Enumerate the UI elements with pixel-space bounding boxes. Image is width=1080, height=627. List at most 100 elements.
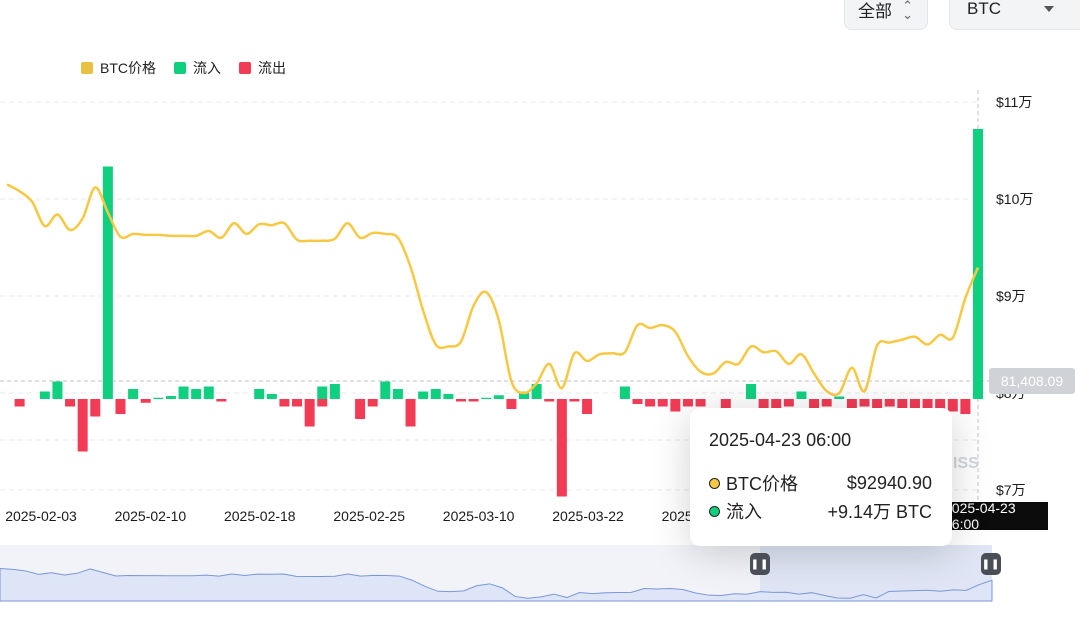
chart-tooltip: 2025-04-23 06:00 BTC价格 $92940.90 流入 +9.1… [690, 408, 952, 546]
pause-icon: ❚❚ [981, 558, 1001, 570]
legend-label-price: BTC价格 [100, 60, 156, 76]
tooltip-row-price: BTC价格 $92940.90 [709, 469, 932, 497]
outflow-bar [556, 399, 567, 497]
outflow-bar [304, 399, 315, 427]
outflow-bar [645, 399, 656, 407]
legend-label-outflow: 流出 [258, 60, 286, 76]
inflow-bar [203, 386, 214, 399]
inflow-bar [39, 391, 50, 399]
tooltip-inflow-value: +9.14万 BTC [827, 502, 932, 522]
coin-select-label: BTC [967, 0, 1001, 18]
price-line [6, 183, 980, 397]
outflow-bar [657, 399, 668, 407]
range-select-label: 全部 [858, 1, 892, 21]
inflow-bar [796, 391, 807, 399]
y-tick-label: $7万 [996, 482, 1026, 498]
pause-icon: ❚❚ [750, 558, 770, 570]
x-tick-label: 2025-02-03 [5, 508, 77, 524]
inflow-bar [380, 381, 391, 399]
outflow-bar [65, 399, 76, 407]
tooltip-row-inflow: 流入 +9.14万 BTC [709, 497, 932, 525]
outflow-bar [367, 399, 378, 407]
watermark: ISS [953, 455, 979, 472]
outflow-bar [140, 399, 151, 403]
outflow-bar [632, 399, 643, 404]
outflow-bar [884, 399, 895, 407]
inflow-bar [973, 129, 983, 399]
outflow-bar [569, 399, 580, 402]
chevron-down-icon [1044, 6, 1054, 12]
outflow-bar [783, 399, 794, 407]
outflow-bar [216, 399, 227, 402]
outflow-bar [77, 399, 88, 452]
outflow-bar [292, 399, 303, 407]
tooltip-inflow-dot [709, 505, 720, 517]
outflow-bar [960, 399, 971, 414]
inflow-bar [443, 394, 454, 399]
inflow-bar [493, 395, 504, 399]
x-tick-label: 2025-02-10 [115, 508, 187, 524]
outflow-bar [279, 399, 290, 407]
y-tick-label: $11万 [996, 94, 1032, 110]
range-select[interactable]: 全部 ⌃ ⌄ [844, 0, 928, 30]
inflow-bar [266, 394, 277, 399]
outflow-bar [947, 399, 958, 412]
crosshair-time-label: 2025-04-23 06:00 [944, 500, 1048, 532]
inflow-bar [430, 389, 441, 399]
legend-label-inflow: 流入 [193, 60, 221, 76]
outflow-bar [506, 399, 517, 409]
outflow-bar [695, 399, 706, 407]
tooltip-price-value: $92940.90 [846, 472, 932, 493]
inflow-bar [178, 386, 189, 399]
legend-item-outflow[interactable]: 流出 [239, 58, 286, 78]
inflow-bar [481, 397, 492, 399]
inflow-bar [254, 389, 265, 399]
outflow-bar [115, 399, 126, 414]
legend-swatch-outflow [239, 62, 251, 74]
tooltip-price-label: BTC价格 [726, 474, 798, 494]
inflow-bar [392, 389, 403, 399]
outflow-bar [670, 399, 681, 412]
brush-handle-right[interactable]: ❚❚ [981, 553, 1001, 575]
outflow-bar [859, 399, 870, 407]
inflow-bar [191, 389, 202, 399]
outflow-bar [405, 399, 416, 427]
inflow-bar [128, 389, 139, 399]
outflow-bar [90, 399, 101, 417]
y-tick-label: $10万 [996, 191, 1033, 207]
inflow-bar [153, 397, 164, 399]
inflow-bar [52, 381, 63, 399]
inflow-bar [165, 396, 176, 399]
legend-item-price[interactable]: BTC价格 [81, 58, 156, 78]
outflow-bar [468, 399, 479, 402]
inflow-bar [329, 384, 340, 399]
inflow-bar [834, 396, 845, 399]
brush-handle-left[interactable]: ❚❚ [750, 553, 770, 575]
outflow-bar [582, 399, 593, 414]
outflow-bar [355, 399, 366, 419]
outflow-bar [455, 399, 466, 402]
inflow-bar [317, 386, 328, 399]
legend-swatch-price [81, 62, 93, 74]
legend-swatch-inflow [174, 62, 186, 74]
inflow-bar [619, 386, 630, 399]
outflow-bar [14, 399, 25, 407]
x-tick-label: 2025-03-22 [552, 508, 624, 524]
x-tick-label: 2025-03-10 [443, 508, 515, 524]
updown-chevron-icon: ⌃ ⌄ [902, 0, 913, 22]
inflow-bar [418, 391, 429, 399]
outflow-bar [682, 399, 693, 407]
legend-item-inflow[interactable]: 流入 [174, 58, 221, 78]
x-tick-label: 2025-02-25 [333, 508, 405, 524]
chart-legend: BTC价格 流入 流出 [81, 58, 286, 78]
x-tick-label: 2025-02-18 [224, 508, 296, 524]
outflow-bar [317, 399, 328, 407]
tooltip-time: 2025-04-23 06:00 [709, 430, 852, 450]
inflow-bar [746, 384, 757, 399]
crosshair-price-label: 81,408.09 [989, 368, 1075, 394]
coin-select[interactable]: BTC [949, 0, 1080, 30]
outflow-bar [544, 399, 555, 402]
tooltip-price-dot [709, 477, 720, 489]
tooltip-inflow-label: 流入 [726, 502, 762, 522]
outflow-bar [821, 399, 832, 407]
